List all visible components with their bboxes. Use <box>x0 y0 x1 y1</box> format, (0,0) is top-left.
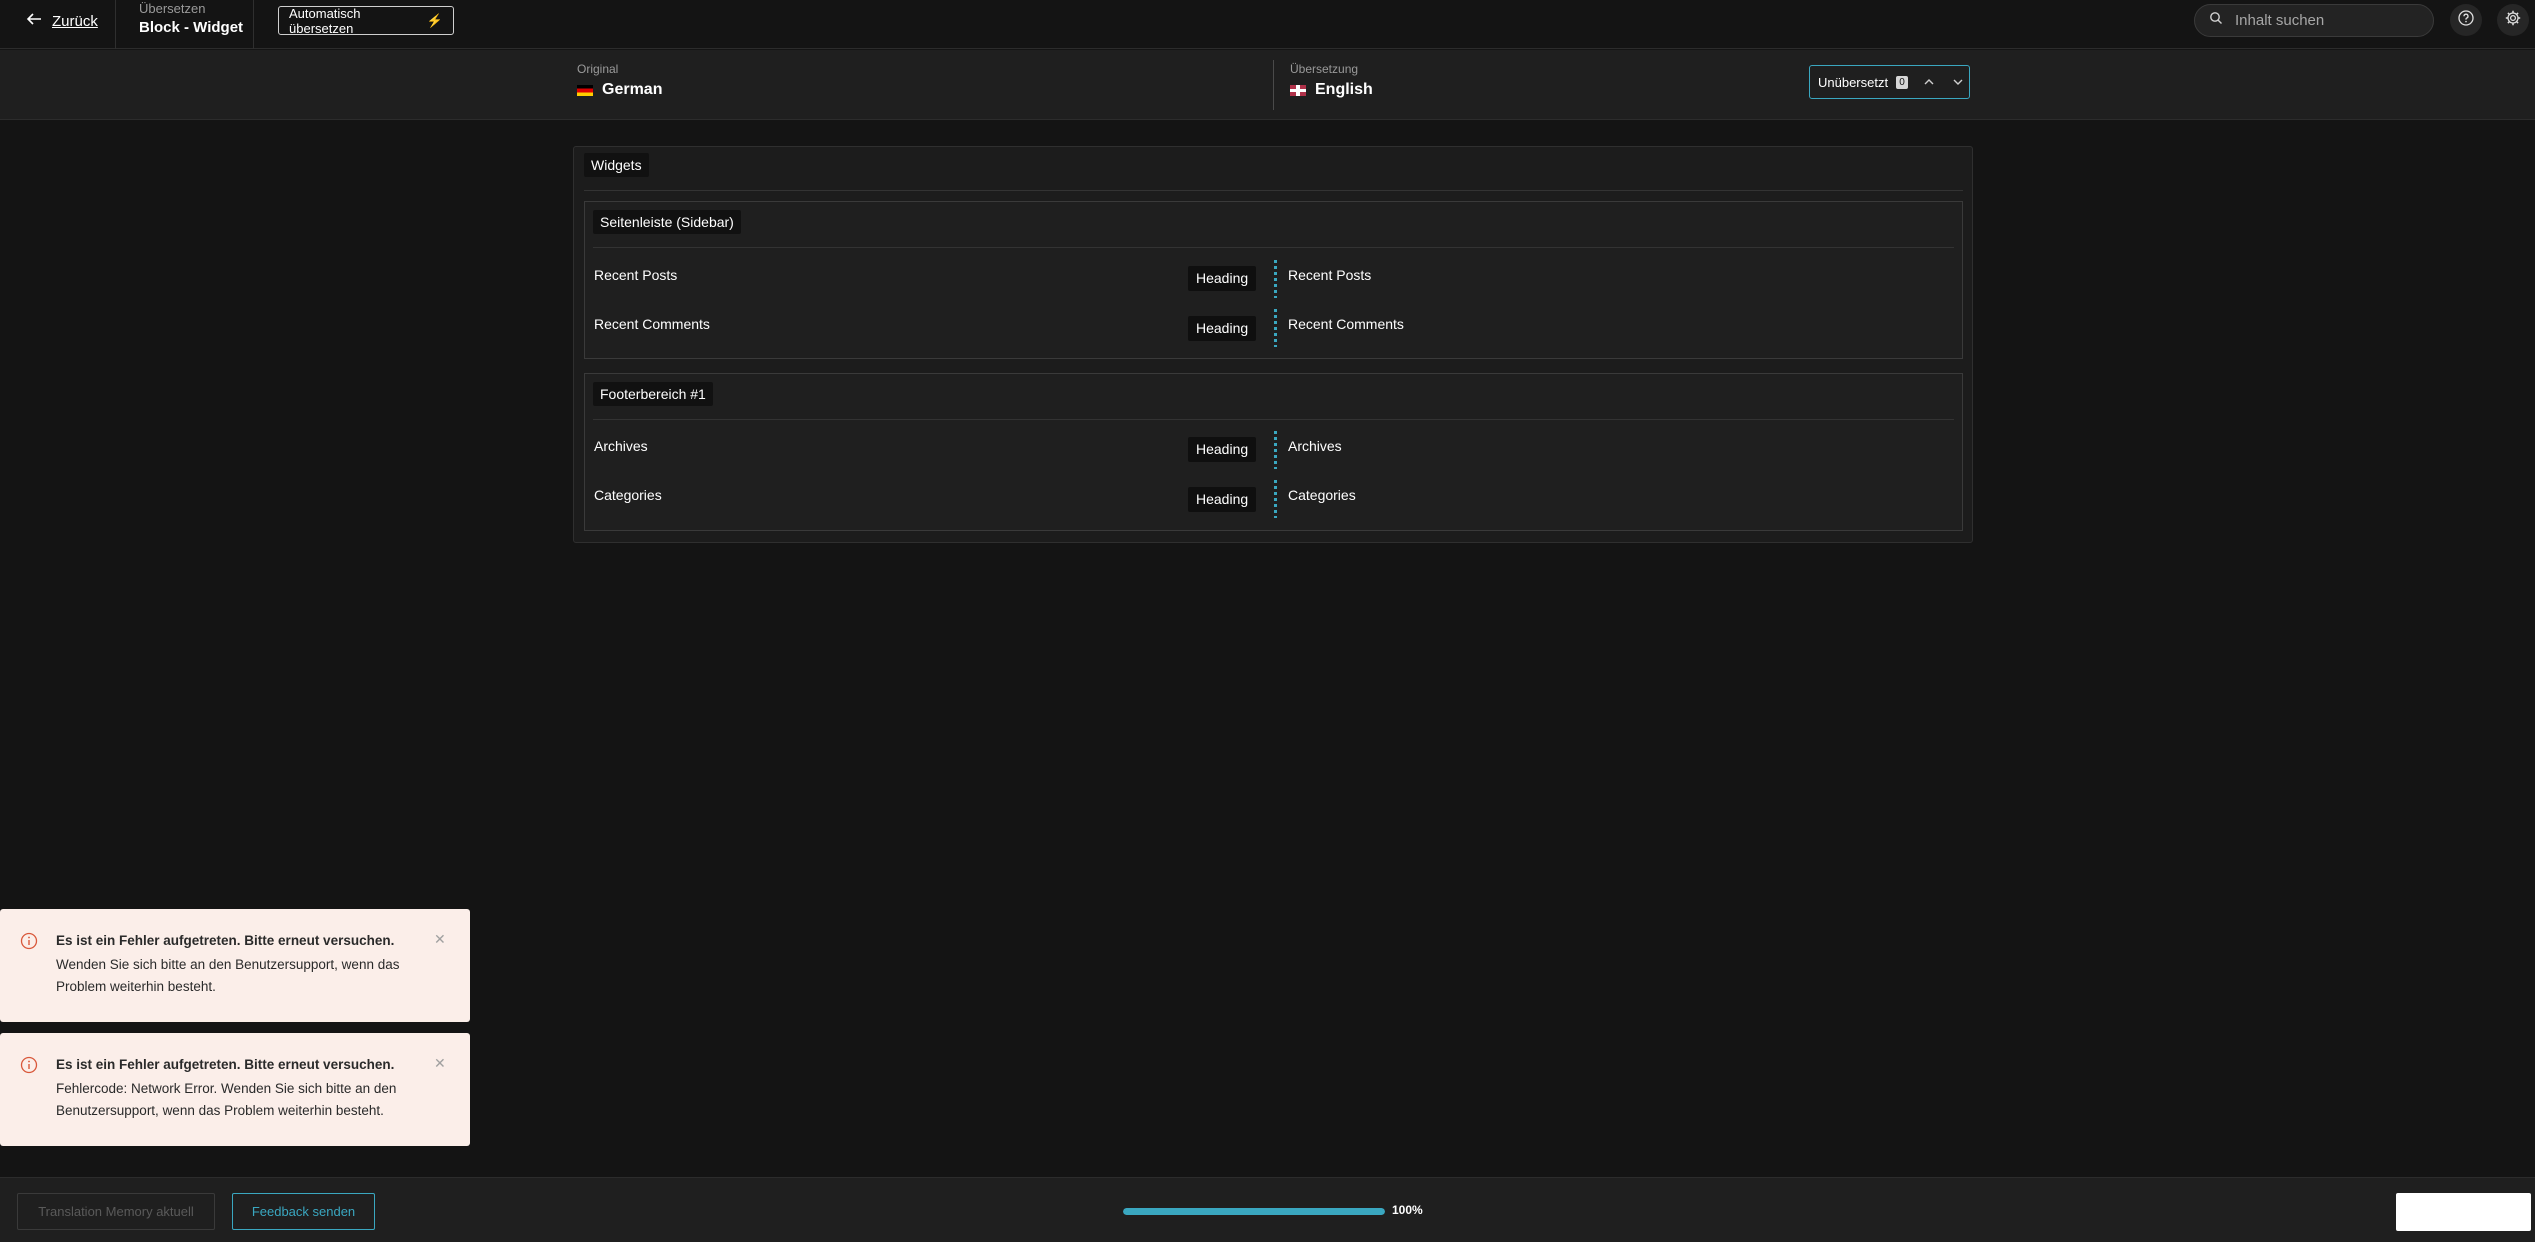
gear-icon <box>2504 9 2522 32</box>
auto-translate-label: Automatisch übersetzen <box>289 5 361 36</box>
filter-label: Unübersetzt <box>1818 74 1889 90</box>
error-toast: Es ist ein Fehler aufgetreten. Bitte ern… <box>0 909 470 1022</box>
divider <box>253 0 254 49</box>
uk-flag-icon <box>1290 84 1306 96</box>
toast-title: Es ist ein Fehler aufgetreten. Bitte ern… <box>56 1057 395 1072</box>
toast-message: Wenden Sie sich bitte an den Benutzersup… <box>56 957 400 994</box>
settings-button[interactable] <box>2497 4 2529 36</box>
progress-fill <box>1123 1208 1385 1215</box>
translation-status-bar <box>1274 309 1277 347</box>
lightning-icon: ⚡ <box>426 12 443 28</box>
help-icon <box>2457 9 2475 32</box>
page-title: Block - Widget <box>139 19 244 36</box>
source-text: Archives <box>594 438 648 454</box>
target-text[interactable]: Recent Comments <box>1288 316 1404 332</box>
footer-bar: Translation Memory aktuell Feedback send… <box>0 1177 2535 1242</box>
breadcrumb-parent: Übersetzen <box>139 1 206 16</box>
source-language-caption: Original <box>577 62 619 76</box>
target-text[interactable]: Archives <box>1288 438 1342 454</box>
source-language-name: German <box>602 81 663 98</box>
error-toast: Es ist ein Fehler aufgetreten. Bitte ern… <box>0 1033 470 1146</box>
close-icon[interactable]: ✕ <box>434 1055 446 1072</box>
target-language: Übersetzung English <box>1290 61 1373 99</box>
source-text: Categories <box>594 487 662 503</box>
german-flag-icon <box>577 84 593 96</box>
info-icon <box>20 1056 38 1074</box>
arrow-left-icon <box>24 9 44 34</box>
auto-translate-button[interactable]: Automatisch übersetzen ⚡ <box>278 5 454 36</box>
widgets-section: Widgets Seitenleiste (Sidebar) Recent Po… <box>573 146 1973 543</box>
save-button[interactable] <box>2396 1193 2531 1231</box>
source-language: Original German <box>577 61 662 99</box>
search-icon <box>2209 11 2223 30</box>
target-language-name: English <box>1315 81 1373 98</box>
toast-message: Fehlercode: Network Error. Wenden Sie si… <box>56 1081 397 1118</box>
help-button[interactable] <box>2450 4 2482 36</box>
chevron-up-icon <box>1924 79 1934 85</box>
language-bar: Original German Übersetzung English Unüb… <box>0 50 2535 120</box>
source-text: Recent Posts <box>594 267 678 283</box>
top-bar: Zurück Übersetzen Block - Widget Automat… <box>0 0 2535 49</box>
type-badge: Heading <box>1188 487 1257 512</box>
untranslated-filter[interactable]: Unübersetzt 0 <box>1809 65 1970 99</box>
widget-group: Footerbereich #1 Archives Heading Archiv… <box>584 373 1963 531</box>
divider <box>584 190 1963 191</box>
target-text[interactable]: Recent Posts <box>1288 267 1371 283</box>
divider <box>115 0 116 49</box>
divider <box>593 419 1954 420</box>
search-box[interactable] <box>2194 4 2434 37</box>
section-title: Widgets <box>584 153 649 177</box>
info-icon <box>20 932 38 950</box>
feedback-button[interactable]: Feedback senden <box>232 1193 375 1230</box>
close-icon[interactable]: ✕ <box>434 931 446 948</box>
previous-untranslated-button[interactable] <box>1918 71 1940 93</box>
untranslated-count-badge: 0 <box>1896 75 1908 89</box>
progress-label: 100% <box>1392 1203 1423 1217</box>
translation-status-bar <box>1274 431 1277 469</box>
type-badge: Heading <box>1188 437 1257 462</box>
source-text: Recent Comments <box>594 316 710 332</box>
widget-group: Seitenleiste (Sidebar) Recent Posts Head… <box>584 201 1963 359</box>
divider <box>593 247 1954 248</box>
target-text[interactable]: Categories <box>1288 487 1356 503</box>
breadcrumb: Übersetzen Block - Widget <box>139 1 243 39</box>
target-language-caption: Übersetzung <box>1290 62 1359 76</box>
language-divider <box>1273 60 1274 110</box>
chevron-down-icon <box>1953 79 1963 85</box>
search-input[interactable] <box>2235 12 2415 29</box>
translation-status-bar <box>1274 480 1277 518</box>
next-untranslated-button[interactable] <box>1947 71 1969 93</box>
group-title: Seitenleiste (Sidebar) <box>593 210 741 234</box>
type-badge: Heading <box>1188 266 1257 291</box>
back-label: Zurück <box>52 13 98 30</box>
toast-title: Es ist ein Fehler aufgetreten. Bitte ern… <box>56 933 395 948</box>
progress-bar <box>1123 1208 1385 1215</box>
type-badge: Heading <box>1188 316 1257 341</box>
translation-memory-button: Translation Memory aktuell <box>17 1193 215 1230</box>
translation-status-bar <box>1274 260 1277 298</box>
back-link[interactable]: Zurück <box>24 9 98 34</box>
group-title: Footerbereich #1 <box>593 382 713 406</box>
